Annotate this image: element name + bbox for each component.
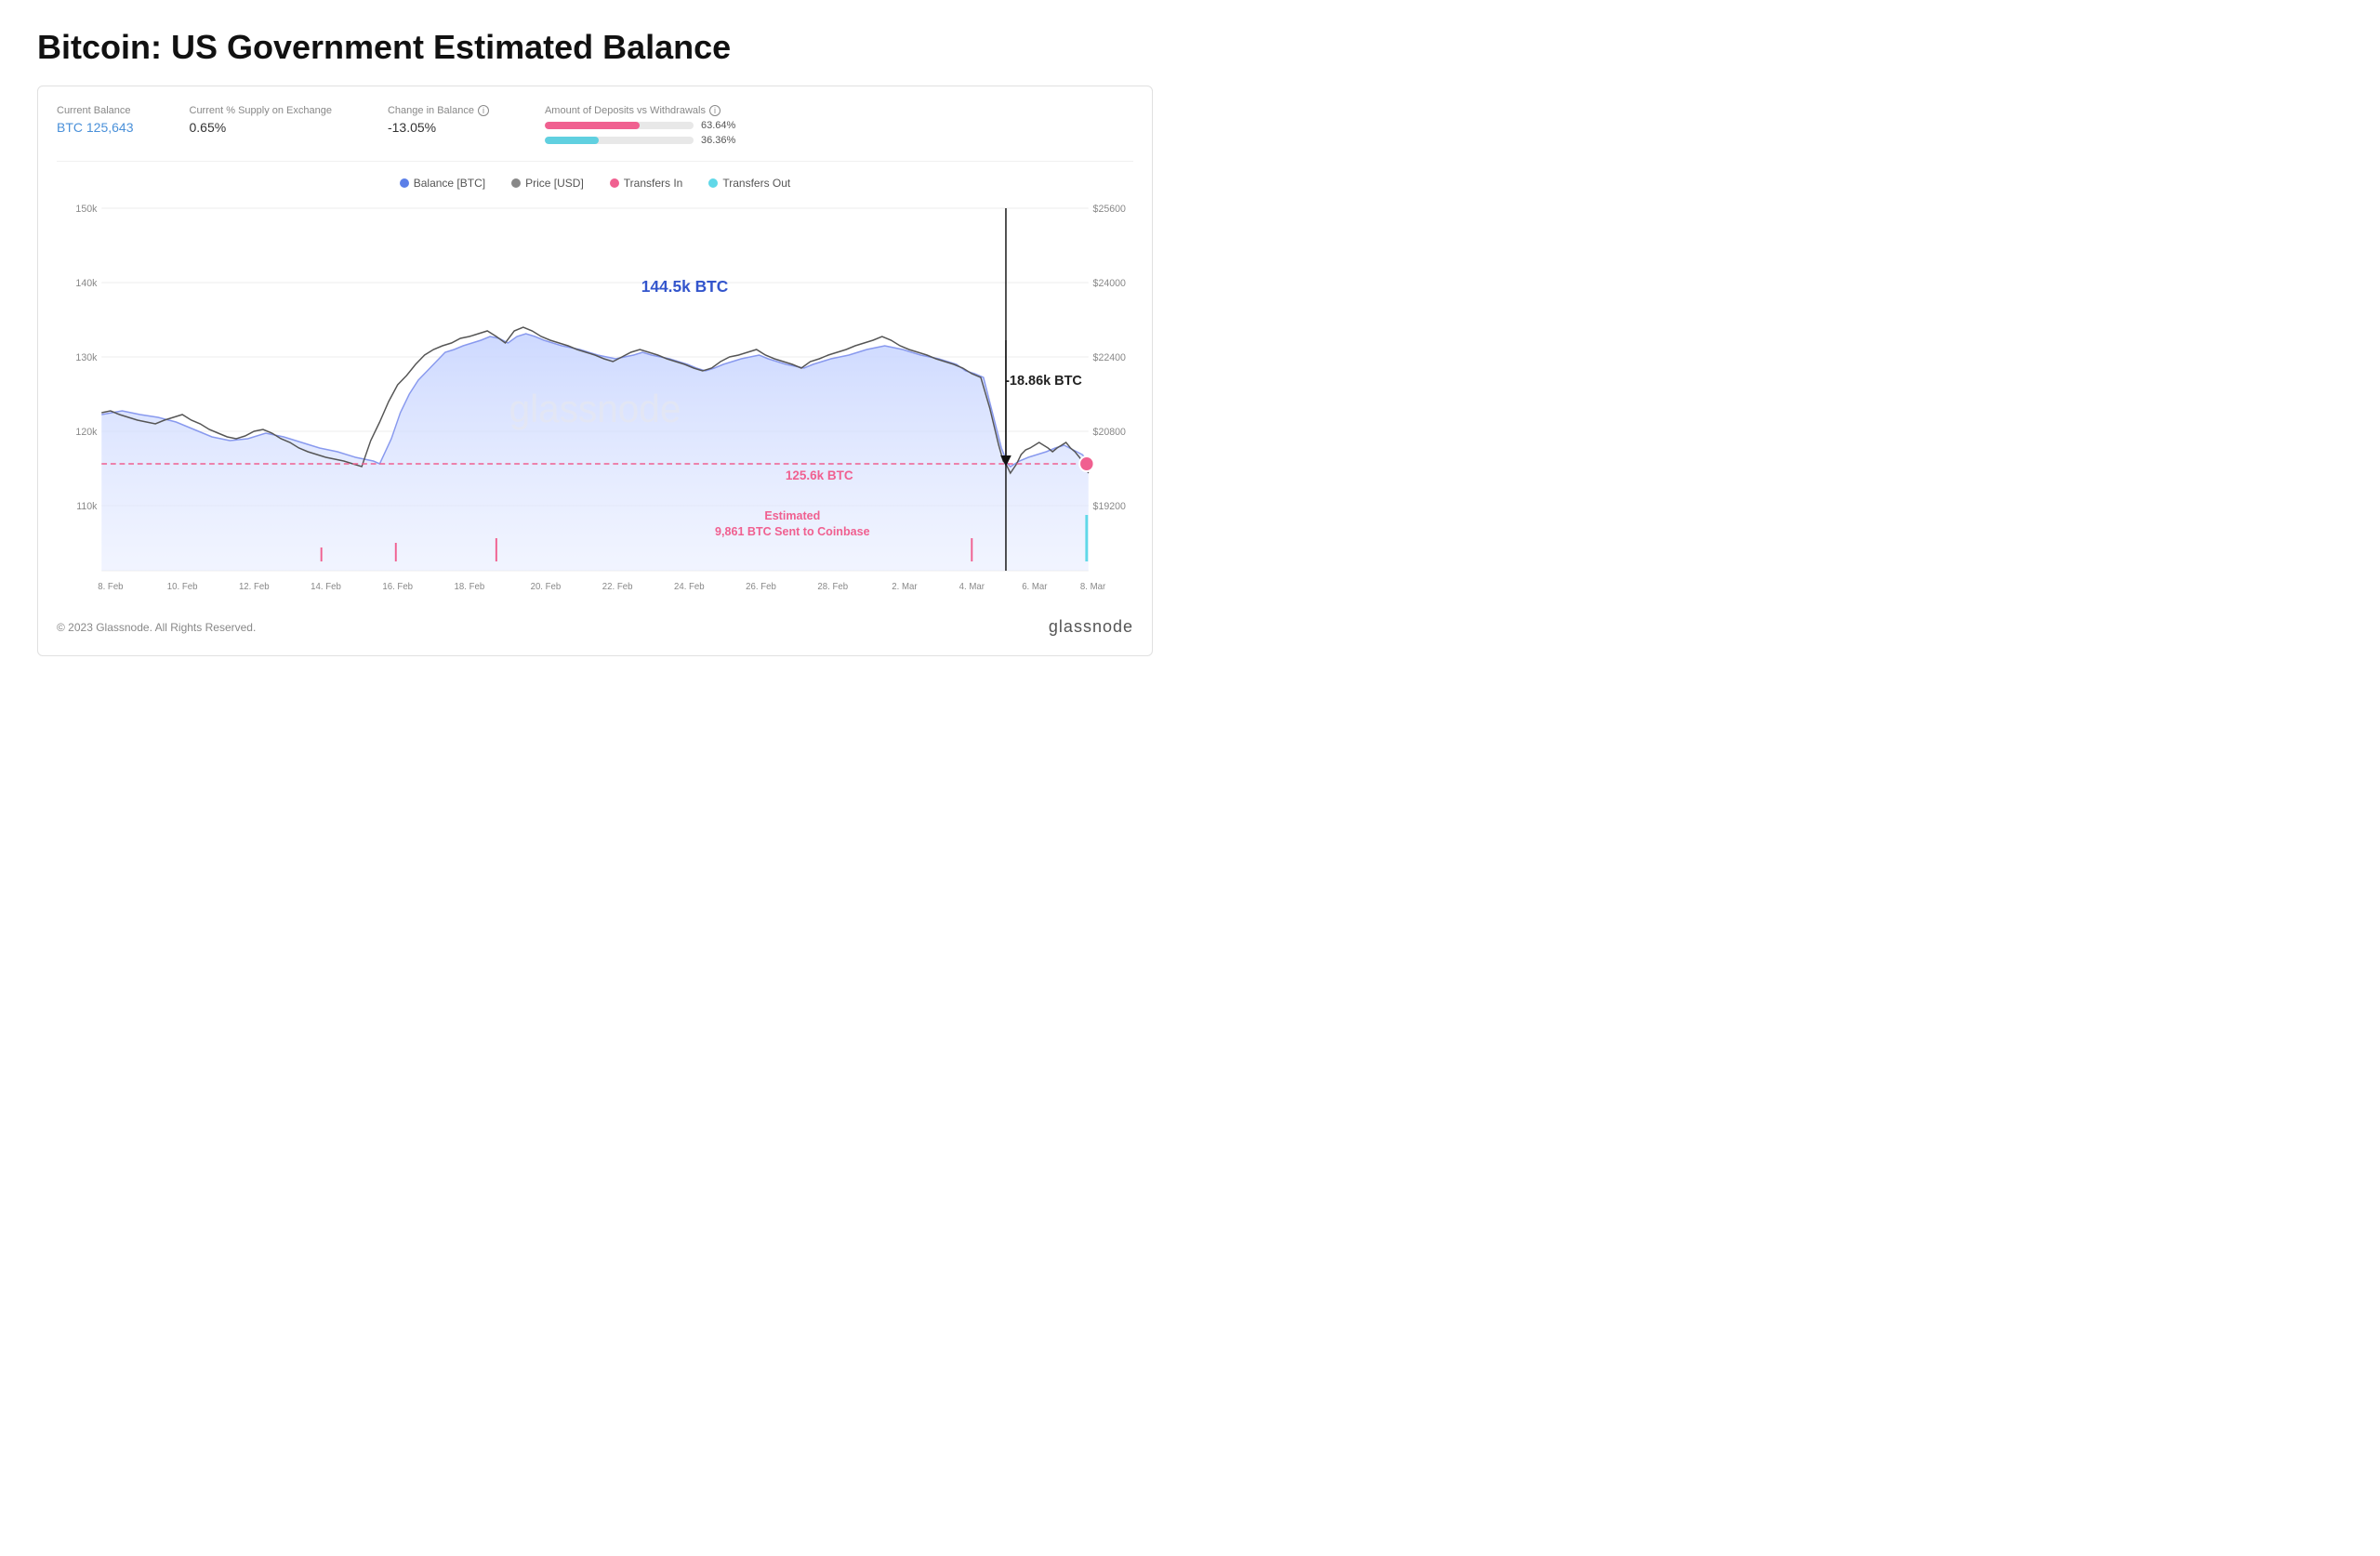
deposits-stat: Amount of Deposits vs Withdrawals i 63.6… bbox=[545, 105, 749, 146]
deposits-info-icon: i bbox=[709, 105, 721, 116]
page-title: Bitcoin: US Government Estimated Balance bbox=[37, 28, 1153, 67]
balance-legend-label: Balance [BTC] bbox=[414, 177, 485, 190]
deposits-bar-track-1 bbox=[545, 122, 694, 129]
svg-text:$19200: $19200 bbox=[1093, 501, 1126, 512]
svg-text:14. Feb: 14. Feb bbox=[311, 582, 341, 592]
deposits-bar-fill-cyan bbox=[545, 137, 599, 144]
price-legend-label: Price [USD] bbox=[525, 177, 584, 190]
current-balance-value: BTC 125,643 bbox=[57, 120, 134, 135]
svg-text:-18.86k BTC: -18.86k BTC bbox=[1005, 374, 1082, 389]
deposits-bar-row-2: 36.36% bbox=[545, 135, 749, 146]
svg-text:28. Feb: 28. Feb bbox=[817, 582, 848, 592]
svg-text:26. Feb: 26. Feb bbox=[746, 582, 776, 592]
change-value: -13.05% bbox=[388, 120, 489, 135]
svg-text:10. Feb: 10. Feb bbox=[167, 582, 198, 592]
transfers-in-legend-dot bbox=[610, 178, 619, 188]
svg-text:2. Mar: 2. Mar bbox=[892, 582, 918, 592]
change-stat: Change in Balance i -13.05% bbox=[388, 105, 489, 135]
deposits-bars: 63.64% 36.36% bbox=[545, 120, 749, 146]
current-balance-stat: Current Balance BTC 125,643 bbox=[57, 105, 134, 135]
change-label: Change in Balance i bbox=[388, 105, 489, 116]
svg-text:glassnode: glassnode bbox=[509, 387, 681, 430]
stats-row: Current Balance BTC 125,643 Current % Su… bbox=[57, 105, 1133, 162]
svg-text:24. Feb: 24. Feb bbox=[674, 582, 705, 592]
transfers-out-legend-dot bbox=[708, 178, 718, 188]
deposits-bar-track-2 bbox=[545, 137, 694, 144]
svg-text:4. Mar: 4. Mar bbox=[959, 582, 985, 592]
svg-text:110k: 110k bbox=[76, 501, 98, 512]
svg-text:$24000: $24000 bbox=[1093, 278, 1126, 289]
svg-text:9,861 BTC Sent to Coinbase: 9,861 BTC Sent to Coinbase bbox=[715, 524, 870, 538]
deposits-bar-row-1: 63.64% bbox=[545, 120, 749, 131]
svg-text:8. Mar: 8. Mar bbox=[1080, 582, 1106, 592]
transfers-in-legend-label: Transfers In bbox=[624, 177, 683, 190]
chart-area: 144.5k BTC -18.86k BTC 125.6k BTC Estima… bbox=[57, 199, 1133, 599]
svg-text:20. Feb: 20. Feb bbox=[531, 582, 562, 592]
svg-text:144.5k BTC: 144.5k BTC bbox=[641, 277, 729, 296]
supply-label: Current % Supply on Exchange bbox=[190, 105, 332, 116]
chart-container: Current Balance BTC 125,643 Current % Su… bbox=[37, 86, 1153, 656]
change-info-icon: i bbox=[478, 105, 489, 116]
supply-stat: Current % Supply on Exchange 0.65% bbox=[190, 105, 332, 135]
footer: © 2023 Glassnode. All Rights Reserved. g… bbox=[57, 617, 1133, 637]
supply-value: 0.65% bbox=[190, 120, 332, 135]
svg-text:$25600: $25600 bbox=[1093, 204, 1126, 215]
balance-legend-dot bbox=[400, 178, 409, 188]
chart-svg: 144.5k BTC -18.86k BTC 125.6k BTC Estima… bbox=[57, 199, 1133, 599]
legend-transfers-out: Transfers Out bbox=[708, 177, 790, 190]
svg-text:8. Feb: 8. Feb bbox=[98, 582, 124, 592]
legend-transfers-in: Transfers In bbox=[610, 177, 683, 190]
svg-text:120k: 120k bbox=[75, 427, 98, 438]
legend-balance: Balance [BTC] bbox=[400, 177, 485, 190]
svg-text:125.6k BTC: 125.6k BTC bbox=[786, 468, 853, 482]
svg-text:18. Feb: 18. Feb bbox=[455, 582, 485, 592]
footer-logo: glassnode bbox=[1049, 617, 1133, 637]
deposits-pct-2: 36.36% bbox=[701, 135, 735, 146]
svg-text:$20800: $20800 bbox=[1093, 427, 1126, 438]
deposits-bar-fill-pink bbox=[545, 122, 640, 129]
legend-row: Balance [BTC] Price [USD] Transfers In T… bbox=[57, 177, 1133, 190]
svg-text:140k: 140k bbox=[75, 278, 98, 289]
transfers-out-legend-label: Transfers Out bbox=[722, 177, 790, 190]
current-balance-label: Current Balance bbox=[57, 105, 134, 116]
legend-price: Price [USD] bbox=[511, 177, 584, 190]
price-legend-dot bbox=[511, 178, 521, 188]
svg-text:22. Feb: 22. Feb bbox=[602, 582, 633, 592]
svg-text:$22400: $22400 bbox=[1093, 352, 1126, 363]
deposits-label: Amount of Deposits vs Withdrawals i bbox=[545, 105, 749, 116]
svg-text:6. Mar: 6. Mar bbox=[1022, 582, 1048, 592]
svg-text:12. Feb: 12. Feb bbox=[239, 582, 270, 592]
svg-text:130k: 130k bbox=[75, 352, 98, 363]
svg-text:16. Feb: 16. Feb bbox=[382, 582, 413, 592]
svg-text:150k: 150k bbox=[75, 204, 98, 215]
footer-copyright: © 2023 Glassnode. All Rights Reserved. bbox=[57, 621, 256, 634]
svg-text:Estimated: Estimated bbox=[764, 508, 820, 522]
deposits-pct-1: 63.64% bbox=[701, 120, 735, 131]
